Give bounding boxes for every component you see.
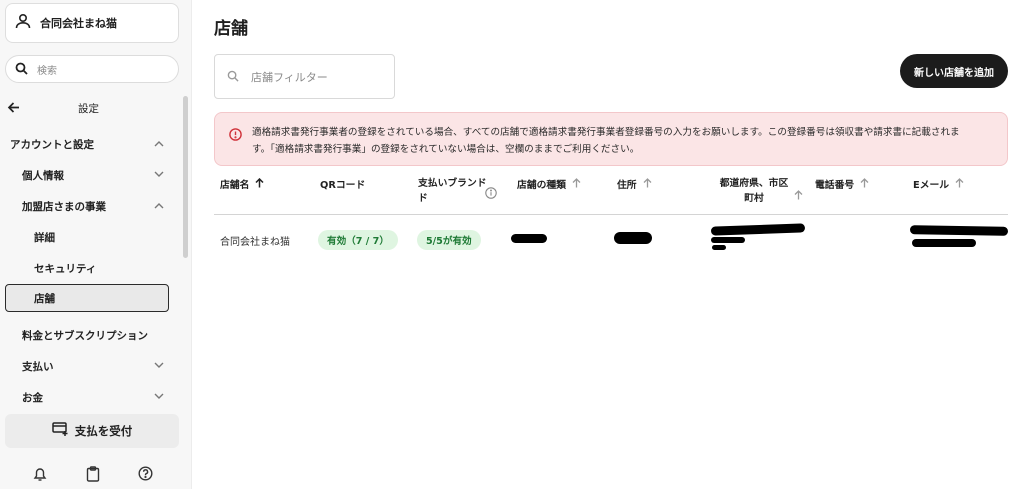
sidebar-item-label: セキュリティ <box>34 262 97 275</box>
sort-arrow-up-icon <box>794 185 803 204</box>
add-store-button[interactable]: 新しい店舗を追加 <box>900 54 1008 88</box>
search-placeholder: 検索 <box>37 65 57 77</box>
redacted-prefecture-2 <box>711 237 745 243</box>
brand-status-badge: 5/5が有効 <box>417 230 481 250</box>
settings-title: 設定 <box>78 103 99 115</box>
invoice-registration-alert: 適格請求書発行事業者の登録をされている場合、すべての店舗で適格請求書発行事業者登… <box>214 112 1008 166</box>
column-header-label-line2: ド <box>418 193 428 204</box>
accept-payment-button[interactable]: 支払を受付 <box>5 414 179 448</box>
sidebar-item-merchant-business[interactable]: 加盟店さまの事業 <box>0 198 176 214</box>
alert-line-1: 適格請求書発行事業者の登録をされている場合、すべての店舗で適格請求書発行事業者登… <box>252 127 960 138</box>
sidebar-item-label: アカウントと設定 <box>10 138 94 151</box>
sort-arrow-up-icon <box>255 177 264 191</box>
sidebar-item-personal-info[interactable]: 個人情報 <box>0 167 176 183</box>
help-icon[interactable] <box>138 466 153 485</box>
redacted-email-2 <box>912 239 976 247</box>
column-header-label: 電話番号 <box>815 180 855 191</box>
column-header-label: 店舗名 <box>220 180 250 191</box>
redacted-prefecture-3 <box>712 245 726 250</box>
info-icon[interactable] <box>485 184 497 203</box>
sidebar-item-label: 店舗 <box>34 292 55 305</box>
column-header-prefecture[interactable]: 都道府県、市区 町村 <box>714 176 794 206</box>
sidebar-item-stores[interactable]: 店舗 <box>5 284 169 312</box>
sidebar-item-payments[interactable]: 支払い <box>0 358 176 374</box>
chevron-down-icon <box>154 169 164 181</box>
store-filter-placeholder: 店舗フィルター <box>251 70 328 84</box>
sidebar-scrollbar[interactable] <box>183 96 188 258</box>
chevron-up-icon <box>154 138 164 150</box>
sort-arrow-up-icon <box>643 177 652 191</box>
redacted-email <box>909 225 1009 236</box>
redacted-prefecture <box>710 223 806 236</box>
sidebar-item-pricing-subscription[interactable]: 料金とサブスクリプション <box>0 327 176 343</box>
qr-status-badge: 有効（7 / 7） <box>318 230 398 250</box>
column-header-label: 店舗の種類 <box>517 180 566 191</box>
column-header-payment-brand[interactable]: 支払いブランド ド <box>418 176 493 206</box>
chevron-down-icon <box>154 391 164 403</box>
column-header-label: 住所 <box>617 180 637 191</box>
sidebar-item-label: 料金とサブスクリプション <box>22 329 148 342</box>
alert-line-2: す。「適格請求書発行事業」の登録をされていない場合は、空欄のままでご利用ください… <box>252 144 640 155</box>
search-icon <box>15 60 28 79</box>
column-header-email[interactable]: Eメール <box>913 177 964 191</box>
account-name: 合同会社まね猫 <box>40 17 117 30</box>
sidebar-item-label: 詳細 <box>34 231 55 244</box>
column-header-qr[interactable]: QRコード <box>320 177 365 191</box>
redacted-store-type <box>511 234 547 243</box>
sidebar-item-money[interactable]: お金 <box>0 389 176 405</box>
column-header-address[interactable]: 住所 <box>617 177 652 191</box>
sidebar-item-details[interactable]: 詳細 <box>0 229 176 245</box>
table-header-divider <box>214 214 1008 215</box>
user-icon <box>14 12 32 34</box>
bell-icon[interactable] <box>33 466 47 486</box>
alert-icon <box>229 126 242 165</box>
page-title: 店舗 <box>214 19 248 39</box>
sort-arrow-up-icon <box>955 177 964 191</box>
sidebar-search-input[interactable]: 検索 <box>5 55 179 83</box>
chevron-down-icon <box>154 360 164 372</box>
account-switcher[interactable]: 合同会社まね猫 <box>5 3 179 43</box>
column-header-label: Eメール <box>913 180 950 191</box>
chevron-up-icon <box>154 200 164 212</box>
sidebar: 合同会社まね猫 検索 設定 アカウントと設定 個人情報 加盟店さまの事業 詳細 … <box>0 0 192 489</box>
sidebar-item-label: お金 <box>22 391 43 404</box>
sidebar-item-label: 個人情報 <box>22 169 64 182</box>
search-icon <box>227 67 239 86</box>
column-header-store-type[interactable]: 店舗の種類 <box>517 177 581 191</box>
alert-message: 適格請求書発行事業者の登録をされている場合、すべての店舗で適格請求書発行事業者登… <box>252 124 960 165</box>
sort-arrow-up-icon <box>860 177 869 191</box>
column-header-label-line2: 町村 <box>744 193 764 204</box>
card-plus-icon <box>52 422 75 440</box>
column-header-store-name[interactable]: 店舗名 <box>220 177 264 191</box>
sidebar-item-label: 支払い <box>22 360 54 373</box>
settings-back-row: 設定 <box>0 100 176 116</box>
column-header-label: 都道府県、市区 <box>719 178 789 189</box>
sort-arrow-up-icon <box>572 177 581 191</box>
store-filter-input[interactable]: 店舗フィルター <box>214 54 395 99</box>
sidebar-item-label: 加盟店さまの事業 <box>22 200 106 213</box>
back-arrow-icon[interactable] <box>7 101 20 117</box>
column-header-phone[interactable]: 電話番号 <box>815 177 869 191</box>
clipboard-icon[interactable] <box>86 466 100 486</box>
column-header-label: 支払いブランド <box>418 178 487 189</box>
sidebar-item-account-settings[interactable]: アカウントと設定 <box>0 136 176 152</box>
accept-payment-label: 支払を受付 <box>74 424 133 438</box>
cell-store-name: 合同会社まね猫 <box>220 237 290 248</box>
redacted-address <box>614 232 652 244</box>
sidebar-item-security[interactable]: セキュリティ <box>0 260 176 276</box>
